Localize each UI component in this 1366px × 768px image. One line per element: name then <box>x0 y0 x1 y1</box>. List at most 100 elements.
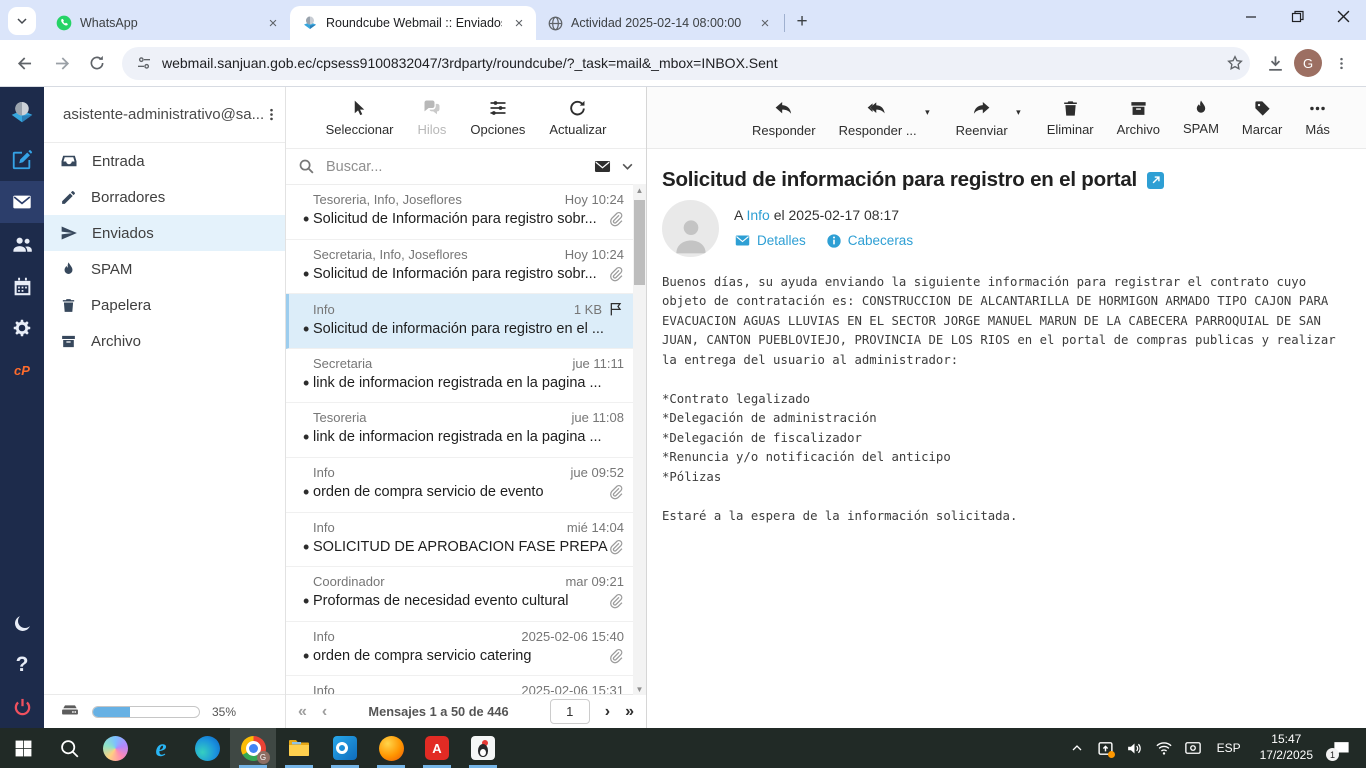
chrome-button[interactable]: G <box>230 728 276 768</box>
bookmark-star-icon[interactable] <box>1226 54 1244 72</box>
page-number-input[interactable]: 1 <box>550 699 590 724</box>
close-button[interactable] <box>1320 0 1366 33</box>
dropdown-caret-icon[interactable]: ▾ <box>925 107 930 118</box>
prev-page-button[interactable]: ‹ <box>322 704 327 720</box>
dropdown-caret-icon[interactable]: ▾ <box>1016 107 1021 118</box>
recipient-link[interactable]: Info <box>746 207 769 223</box>
action-center-button[interactable]: 1 <box>1326 735 1356 761</box>
copilot-button[interactable] <box>92 728 138 768</box>
search-options-chevron-icon[interactable] <box>621 160 634 173</box>
message-list-item[interactable]: Secretaria jue 11:11 • link de informaci… <box>286 349 646 404</box>
folder-item-spam[interactable]: SPAM <box>44 251 285 287</box>
select-button[interactable]: Seleccionar <box>326 99 394 137</box>
omnibox[interactable]: webmail.sanjuan.gob.ec/cpsess9100832047/… <box>122 47 1250 80</box>
tab-search-button[interactable] <box>8 7 36 35</box>
search-input[interactable] <box>324 158 584 176</box>
list-scrollbar[interactable]: ▲ ▼ <box>633 184 646 695</box>
subject-row: Solicitud de información para registro e… <box>647 149 1366 194</box>
message-row-right: jue 11:11 <box>572 356 624 371</box>
folder-item-papelera[interactable]: Papelera <box>44 287 285 323</box>
firefox-button[interactable] <box>368 728 414 768</box>
tray-expand-button[interactable] <box>1066 735 1088 761</box>
clock[interactable]: 15:47 17/2/2025 <box>1254 732 1319 763</box>
downloads-button[interactable] <box>1258 46 1292 80</box>
details-toggle[interactable]: Detalles <box>734 232 806 249</box>
roundcube-app: cP ? asistente-administrativo@sa... <box>0 87 1366 728</box>
account-menu-icon[interactable] <box>264 107 279 122</box>
tab-actividad[interactable]: Actividad 2025-02-14 08:00:00 × <box>536 6 782 40</box>
url-text[interactable]: webmail.sanjuan.gob.ec/cpsess9100832047/… <box>162 55 1216 71</box>
refresh-button[interactable]: Actualizar <box>549 99 606 137</box>
reload-button[interactable] <box>80 46 114 80</box>
taskbar-search-button[interactable] <box>46 728 92 768</box>
tab-whatsapp[interactable]: WhatsApp × <box>44 6 290 40</box>
message-list-item[interactable]: Info jue 09:52 • orden de compra servici… <box>286 458 646 513</box>
settings-nav-button[interactable] <box>0 307 44 349</box>
mark-button[interactable]: Marcar <box>1242 99 1282 137</box>
cpanel-nav-button[interactable]: cP <box>0 349 44 391</box>
new-tab-button[interactable]: + <box>787 7 817 37</box>
headers-toggle[interactable]: Cabeceras <box>826 232 913 249</box>
scrollbar-up-icon[interactable]: ▲ <box>633 184 646 196</box>
compose-button[interactable] <box>0 139 44 181</box>
search-scope-mail-icon[interactable] <box>593 157 612 176</box>
message-list-item[interactable]: Tesoreria jue 11:08 • link de informacio… <box>286 403 646 458</box>
options-button[interactable]: Opciones <box>470 98 525 137</box>
folder-label: Archivo <box>91 333 141 350</box>
message-list-item[interactable]: Info 2025-02-06 15:40 • orden de compra … <box>286 622 646 677</box>
edge-button[interactable] <box>184 728 230 768</box>
volume-icon[interactable] <box>1124 735 1146 761</box>
outlook-button[interactable] <box>322 728 368 768</box>
more-button[interactable]: Más <box>1305 99 1330 137</box>
browser-menu-button[interactable] <box>1324 46 1358 80</box>
reply-all-button[interactable]: Responder ... ▾ <box>839 98 917 138</box>
dark-mode-button[interactable] <box>0 602 44 644</box>
message-list-item[interactable]: Coordinador mar 09:21 • Proformas de nec… <box>286 567 646 622</box>
reply-button[interactable]: Responder <box>752 98 816 138</box>
archive-button[interactable]: Archivo <box>1117 99 1160 137</box>
logout-button[interactable] <box>0 686 44 728</box>
tab-close-icon[interactable]: × <box>510 14 528 32</box>
folder-item-enviados[interactable]: Enviados <box>44 215 285 251</box>
tab-close-icon[interactable]: × <box>264 14 282 32</box>
tab-roundcube[interactable]: Roundcube Webmail :: Enviados × <box>290 6 536 40</box>
message-list-item[interactable]: Info 1 KB • Solicitud de información par… <box>286 294 646 349</box>
forward-button[interactable] <box>44 46 78 80</box>
internet-explorer-button[interactable]: e <box>138 728 184 768</box>
folder-item-archivo[interactable]: Archivo <box>44 323 285 359</box>
contacts-nav-button[interactable] <box>0 223 44 265</box>
tray-app-icon[interactable] <box>1095 735 1117 761</box>
message-list-item[interactable]: Info 2025-02-06 15:31 • <box>286 676 646 694</box>
last-page-button[interactable]: » <box>625 704 634 720</box>
spam-button[interactable]: SPAM <box>1183 99 1219 136</box>
profile-avatar[interactable]: G <box>1294 49 1322 77</box>
language-indicator[interactable]: ESP <box>1211 741 1247 755</box>
meet-now-icon[interactable] <box>1182 735 1204 761</box>
wifi-icon[interactable] <box>1153 735 1175 761</box>
java-app-button[interactable] <box>460 728 506 768</box>
acrobat-button[interactable]: A <box>414 728 460 768</box>
threads-button[interactable]: Hilos <box>418 98 447 137</box>
message-list-item[interactable]: Tesoreria, Info, Joseflores Hoy 10:24 • … <box>286 185 646 240</box>
message-list-item[interactable]: Secretaria, Info, Joseflores Hoy 10:24 •… <box>286 240 646 295</box>
message-list-item[interactable]: Info mié 14:04 • SOLICITUD DE APROBACION… <box>286 513 646 568</box>
start-button[interactable] <box>0 728 46 768</box>
first-page-button[interactable]: « <box>298 704 307 720</box>
tab-close-icon[interactable]: × <box>756 14 774 32</box>
mail-nav-button[interactable] <box>0 181 44 223</box>
message-body: Buenos días, su ayuda enviando la siguie… <box>647 257 1366 526</box>
open-in-new-window-icon[interactable] <box>1147 172 1164 189</box>
help-button[interactable]: ? <box>0 644 44 686</box>
file-explorer-button[interactable] <box>276 728 322 768</box>
folder-item-borradores[interactable]: Borradores <box>44 179 285 215</box>
folder-item-entrada[interactable]: Entrada <box>44 143 285 179</box>
minimize-button[interactable] <box>1228 0 1274 33</box>
calendar-nav-button[interactable] <box>0 265 44 307</box>
next-page-button[interactable]: › <box>605 704 610 720</box>
back-button[interactable] <box>8 46 42 80</box>
scrollbar-thumb[interactable] <box>634 200 645 285</box>
scrollbar-down-icon[interactable]: ▼ <box>633 683 646 695</box>
restore-button[interactable] <box>1274 0 1320 33</box>
delete-button[interactable]: Eliminar <box>1047 99 1094 137</box>
forward-button-mail[interactable]: Reenviar ▾ <box>956 98 1008 138</box>
